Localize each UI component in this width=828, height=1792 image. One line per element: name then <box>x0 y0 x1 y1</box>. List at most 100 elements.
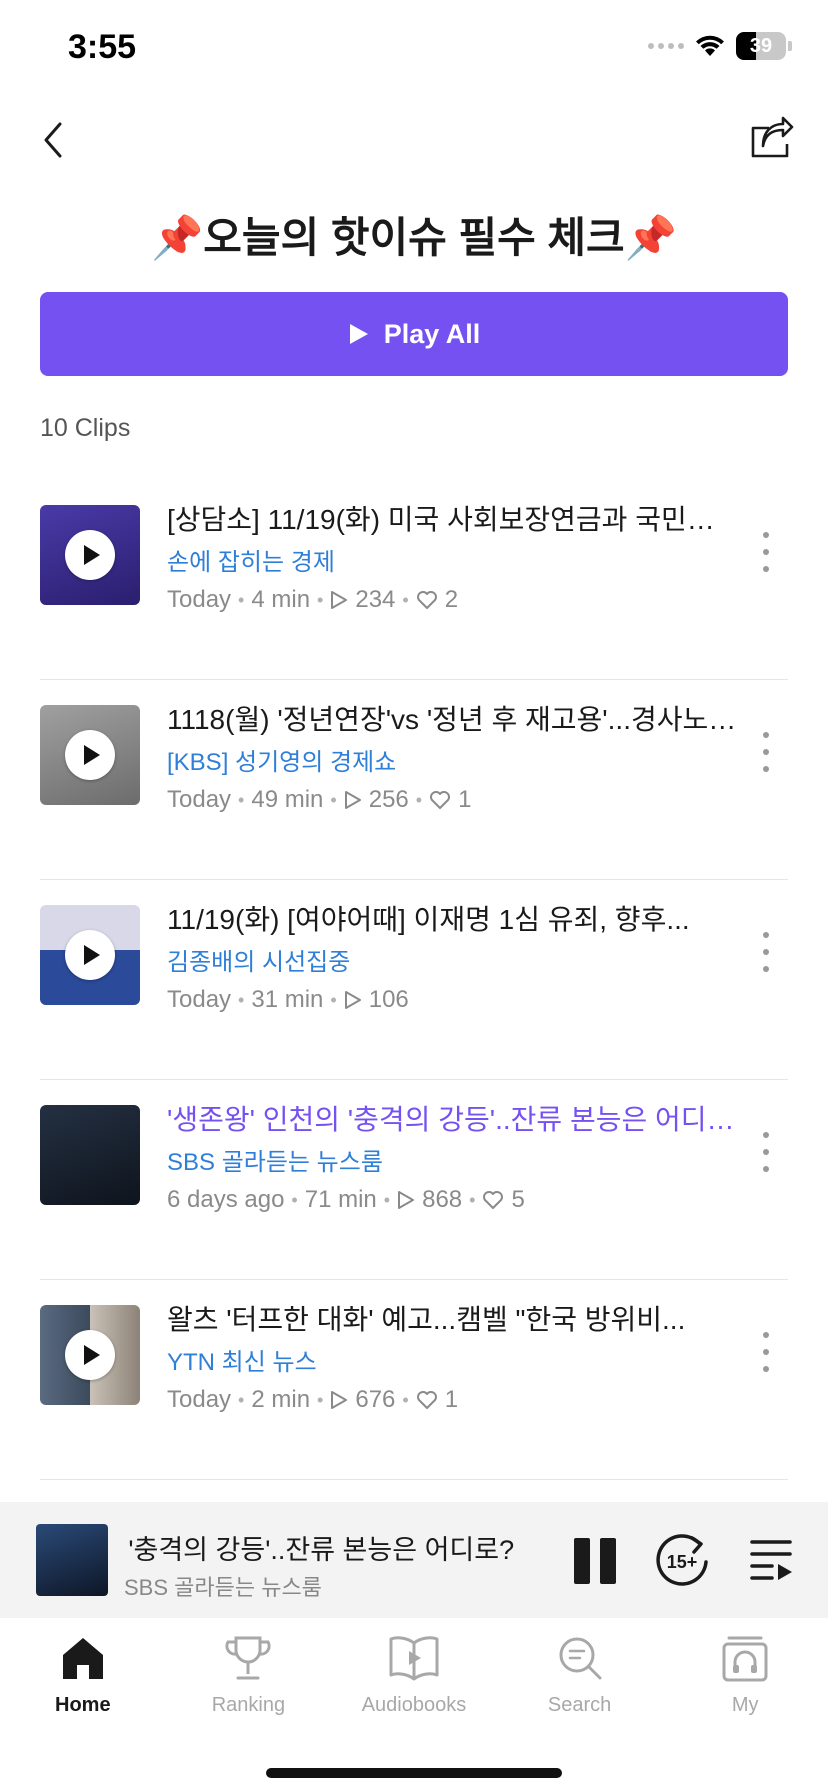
mini-player[interactable]: '생존왕' 인천의 '충격의 강등'..잔류 본능은 어디로? SBS 골라듣는… <box>0 1502 828 1618</box>
more-options-button[interactable] <box>754 532 778 572</box>
nav-bar <box>0 100 828 180</box>
clip-thumbnail[interactable] <box>40 905 140 1005</box>
more-options-button[interactable] <box>754 732 778 772</box>
mini-player-thumbnail[interactable] <box>36 1524 108 1596</box>
list-item[interactable]: [상담소] 11/19(화) 미국 사회보장연금과 국민연금 비교 손에 잡히는… <box>40 480 788 680</box>
clip-channel[interactable]: YTN 최신 뉴스 <box>167 1342 317 1377</box>
clip-thumbnail[interactable] <box>40 705 140 805</box>
clip-age: Today <box>167 786 232 813</box>
tab-label: Audiobooks <box>361 1694 467 1716</box>
clip-title[interactable]: 11/19(화) [여야어때] 이재명 1심 유죄, 향후... <box>167 898 737 938</box>
list-item[interactable]: '생존왕' 인천의 '충격의 강등'..잔류 본능은 어디로? SBS 골라듣는… <box>40 1080 788 1280</box>
clip-meta: Today • 49 min • 256 • 1 <box>167 786 472 813</box>
heart-icon <box>429 790 451 810</box>
play-count-icon <box>397 1190 415 1210</box>
clip-thumbnail[interactable] <box>40 505 140 605</box>
clip-thumbnail[interactable] <box>40 1305 140 1405</box>
clip-plays: 256 <box>368 786 409 813</box>
clip-channel[interactable]: 김종배의 시선집중 <box>167 942 350 977</box>
tab-label: Home <box>55 1694 111 1716</box>
home-indicator <box>266 1768 562 1778</box>
clip-plays: 234 <box>355 586 396 613</box>
clip-duration: 4 min <box>251 586 311 613</box>
clip-plays: 106 <box>368 986 409 1013</box>
tab-ranking[interactable]: Ranking <box>166 1618 332 1792</box>
clip-likes: 5 <box>511 1186 525 1213</box>
clip-channel[interactable]: 손에 잡히는 경제 <box>167 542 335 577</box>
clip-meta: Today • 31 min • 106 <box>167 986 409 1013</box>
more-options-button[interactable] <box>754 1332 778 1372</box>
skip-label: 15+ <box>667 1552 698 1572</box>
mini-player-title[interactable]: '생존왕' 인천의 '충격의 강등'..잔류 본능은 어디로? <box>124 1528 548 1567</box>
clip-age: Today <box>167 586 232 613</box>
play-all-button[interactable]: Play All <box>40 292 788 376</box>
queue-icon <box>750 1540 792 1580</box>
share-button[interactable] <box>742 108 802 168</box>
skip-forward-icon: 15+ <box>656 1534 708 1586</box>
play-count-icon <box>344 790 362 810</box>
play-icon[interactable] <box>65 530 115 580</box>
tab-label: My <box>731 1694 759 1716</box>
clip-plays: 868 <box>422 1186 463 1213</box>
tab-search[interactable]: Search <box>497 1618 663 1792</box>
battery-icon: 39 <box>736 32 786 60</box>
clip-duration: 31 min <box>251 986 324 1013</box>
page-title: 📌오늘의 핫이슈 필수 체크📌 <box>151 214 677 261</box>
battery-level: 39 <box>749 34 773 57</box>
clip-channel[interactable]: SBS 골라듣는 뉴스룸 <box>167 1142 383 1177</box>
clip-age: Today <box>167 986 232 1013</box>
clip-age: Today <box>167 1386 232 1413</box>
clip-duration: 49 min <box>251 786 324 813</box>
clip-title[interactable]: 왈츠 '터프한 대화' 예고...캠벨 "한국 방위비... <box>167 1298 737 1338</box>
tab-label: Search <box>547 1694 612 1716</box>
more-options-button[interactable] <box>754 1132 778 1172</box>
list-item[interactable]: 11/19(화) [여야어때] 이재명 1심 유죄, 향후... 김종배의 시선… <box>40 880 788 1080</box>
clip-title[interactable]: '생존왕' 인천의 '충격의 강등'..잔류 본능은 어디로? <box>167 1098 737 1138</box>
clip-plays: 676 <box>355 1386 396 1413</box>
back-button[interactable] <box>26 112 82 168</box>
clip-age: 6 days ago <box>167 1186 285 1213</box>
clip-likes: 1 <box>444 1386 459 1413</box>
list-item[interactable]: 1118(월) '정년연장'vs '정년 후 재고용'...경사노위 논의 [K… <box>40 680 788 880</box>
clip-meta: 6 days ago • 71 min • 868 • 5 <box>167 1186 525 1213</box>
signal-icon <box>648 43 684 49</box>
heart-icon <box>482 1190 504 1210</box>
clip-likes: 1 <box>458 786 472 813</box>
status-icons: 39 <box>648 32 792 60</box>
play-icon[interactable] <box>65 930 115 980</box>
clip-duration: 71 min <box>304 1186 377 1213</box>
audiobook-icon <box>388 1632 440 1684</box>
clip-meta: Today • 2 min • 676 • 1 <box>167 1386 459 1413</box>
clip-likes: 2 <box>444 586 459 613</box>
share-icon <box>751 116 794 158</box>
list-item[interactable]: 왈츠 '터프한 대화' 예고...캠벨 "한국 방위비... YTN 최신 뉴스… <box>40 1280 788 1480</box>
more-options-button[interactable] <box>754 932 778 972</box>
clip-channel[interactable]: [KBS] 성기영의 경제쇼 <box>167 742 396 777</box>
clip-list: [상담소] 11/19(화) 미국 사회보장연금과 국민연금 비교 손에 잡히는… <box>40 480 788 1480</box>
queue-button[interactable] <box>748 1536 794 1582</box>
clip-title[interactable]: [상담소] 11/19(화) 미국 사회보장연금과 국민연금 비교 <box>167 498 737 538</box>
status-time: 3:55 <box>68 28 137 66</box>
home-icon <box>57 1632 109 1684</box>
clip-thumbnail[interactable] <box>40 1105 140 1205</box>
wifi-icon <box>696 35 724 56</box>
tab-my[interactable]: My <box>662 1618 828 1792</box>
play-count-icon <box>344 990 362 1010</box>
clip-title[interactable]: 1118(월) '정년연장'vs '정년 후 재고용'...경사노위 논의 <box>167 698 737 738</box>
search-icon <box>554 1632 606 1684</box>
play-count-icon <box>330 1390 348 1410</box>
tab-home[interactable]: Home <box>0 1618 166 1792</box>
pause-button[interactable] <box>574 1538 616 1584</box>
heart-icon <box>416 590 438 610</box>
my-library-icon <box>719 1632 771 1684</box>
tab-bar: Home Ranking Audiobooks Search My <box>0 1618 828 1792</box>
play-icon[interactable] <box>65 730 115 780</box>
clip-duration: 2 min <box>251 1386 311 1413</box>
play-count-icon <box>330 590 348 610</box>
skip-forward-15-button[interactable]: 15+ <box>652 1530 712 1590</box>
play-icon[interactable] <box>65 1330 115 1380</box>
tab-audiobooks[interactable]: Audiobooks <box>331 1618 497 1792</box>
mini-player-channel[interactable]: SBS 골라듣는 뉴스룸 <box>124 1570 322 1602</box>
clip-count: 10 Clips <box>40 414 131 442</box>
play-icon <box>349 324 368 344</box>
